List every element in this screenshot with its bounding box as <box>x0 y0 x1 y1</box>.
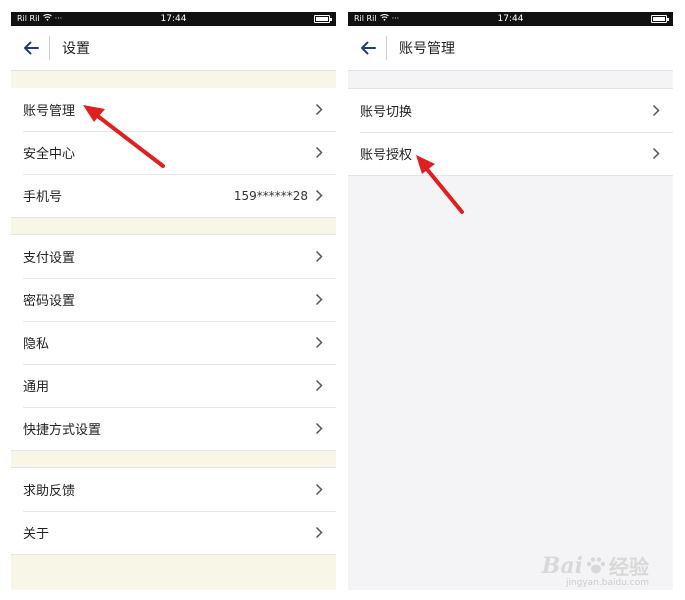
watermark-suffix: 经验 <box>609 555 649 579</box>
chevron-right-icon <box>314 293 324 307</box>
chevron-right-icon <box>314 146 324 160</box>
chevron-right-icon <box>314 189 324 203</box>
watermark-logo: Bai 经验 <box>542 551 649 580</box>
status-bar: Ril Ril ··· 17:44 <box>11 12 336 26</box>
settings-item-label: 账号管理 <box>23 104 76 119</box>
settings-item-label: 密码设置 <box>23 294 76 309</box>
chevron-right-icon <box>314 422 324 436</box>
battery-icon <box>314 15 332 23</box>
settings-item-security-center[interactable]: 安全中心 <box>11 131 336 174</box>
settings-item-label: 手机号 <box>23 190 63 205</box>
nav-bar: 账号管理 <box>348 26 673 71</box>
settings-item-shortcuts[interactable]: 快捷方式设置 <box>11 407 336 450</box>
settings-item-payment[interactable]: 支付设置 <box>11 235 336 278</box>
section-gap <box>348 71 673 88</box>
status-time: 17:44 <box>160 14 187 24</box>
page-title: 账号管理 <box>399 41 455 57</box>
section-gap <box>11 71 336 88</box>
settings-item-label: 安全中心 <box>23 147 76 162</box>
phone-number-value: 159******28 <box>233 188 308 203</box>
account-item-authorization[interactable]: 账号授权 <box>348 132 673 175</box>
account-item-switch[interactable]: 账号切换 <box>348 89 673 132</box>
account-item-label: 账号切换 <box>360 105 413 120</box>
arrow-left-icon[interactable] <box>13 26 49 70</box>
settings-item-label: 支付设置 <box>23 251 76 266</box>
chevron-right-icon <box>651 104 661 118</box>
chevron-right-icon <box>314 379 324 393</box>
settings-group-account: 账号管理 安全中心 手机号 159******28 <box>11 88 336 217</box>
battery-icon <box>651 15 669 23</box>
settings-screen: Ril Ril ··· 17:44 设置 账号管理 安全中心 手机号 159**… <box>11 12 336 590</box>
account-management-screen: Ril Ril ··· 17:44 账号管理 账号切换 账号授权 <box>348 12 673 590</box>
chevron-right-icon <box>651 147 661 161</box>
settings-item-label: 快捷方式设置 <box>23 423 102 438</box>
settings-item-phone-number[interactable]: 手机号 159******28 <box>11 174 336 217</box>
chevron-right-icon <box>314 103 324 117</box>
settings-item-account-management[interactable]: 账号管理 <box>11 88 336 131</box>
status-time: 17:44 <box>497 14 524 24</box>
settings-group-general: 支付设置 密码设置 隐私 通用 快捷方式设置 <box>11 235 336 450</box>
paw-icon <box>586 556 606 573</box>
settings-item-help-feedback[interactable]: 求助反馈 <box>11 468 336 511</box>
page-title: 设置 <box>62 41 90 57</box>
settings-item-label: 通用 <box>23 380 50 395</box>
watermark-brand: Bai <box>541 552 583 579</box>
watermark: Bai 经验 jingyan.baidu.com <box>542 551 649 589</box>
settings-item-general[interactable]: 通用 <box>11 364 336 407</box>
nav-bar: 设置 <box>11 26 336 71</box>
settings-item-password[interactable]: 密码设置 <box>11 278 336 321</box>
section-gap <box>11 450 336 468</box>
settings-item-about[interactable]: 关于 <box>11 511 336 554</box>
settings-item-privacy[interactable]: 隐私 <box>11 321 336 364</box>
watermark-url: jingyan.baidu.com <box>565 578 649 588</box>
chevron-right-icon <box>314 336 324 350</box>
settings-item-label: 求助反馈 <box>23 484 76 499</box>
nav-divider <box>386 36 387 60</box>
chevron-right-icon <box>314 526 324 540</box>
section-gap <box>11 217 336 235</box>
chevron-right-icon <box>314 483 324 497</box>
account-options-group: 账号切换 账号授权 <box>348 88 673 176</box>
settings-item-label: 隐私 <box>23 337 50 352</box>
settings-item-label: 关于 <box>23 527 50 542</box>
nav-divider <box>49 36 50 60</box>
account-item-label: 账号授权 <box>360 148 413 163</box>
chevron-right-icon <box>314 250 324 264</box>
status-bar: Ril Ril ··· 17:44 <box>348 12 673 26</box>
section-gap <box>11 554 336 590</box>
arrow-left-icon[interactable] <box>350 26 386 70</box>
settings-group-help: 求助反馈 关于 <box>11 468 336 554</box>
